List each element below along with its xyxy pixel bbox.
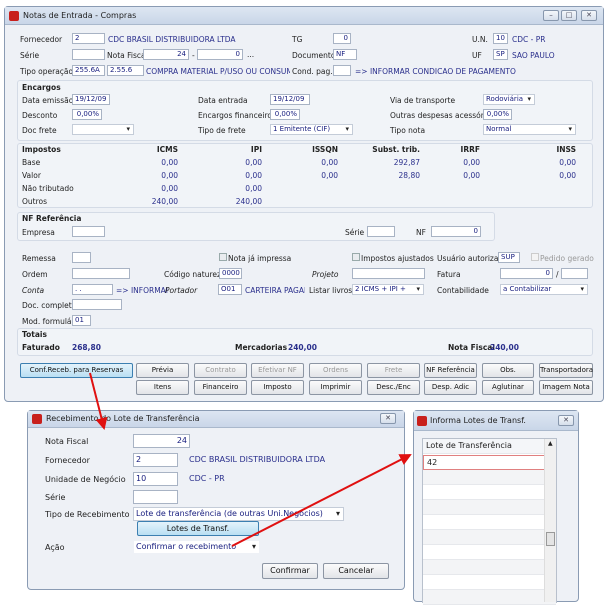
annotation-arrows [89,372,412,547]
arrow-to-dialog [89,372,108,430]
arrow-to-lotes [231,454,412,547]
